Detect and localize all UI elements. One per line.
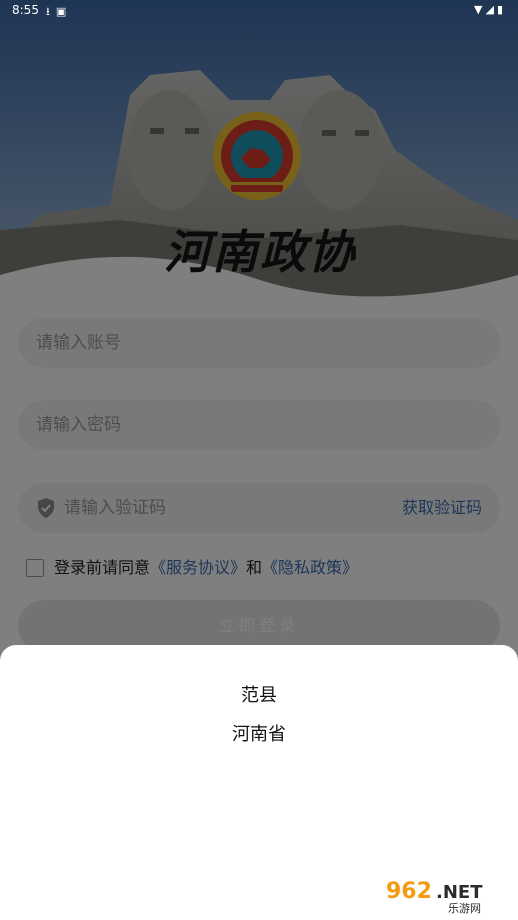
sheet-item-henan[interactable]: 河南省	[0, 720, 518, 746]
signal-icon: ◢	[485, 3, 497, 16]
status-left-icons: ⭳▣	[46, 3, 72, 22]
svg-text:962: 962	[386, 879, 432, 904]
watermark-logo: 962 .NET 乐游网	[378, 872, 510, 916]
wifi-icon: ▼	[474, 3, 486, 16]
download-icon: ⭳	[46, 5, 56, 18]
svg-text:.NET: .NET	[436, 882, 483, 903]
status-right-icons: ▼◢▮	[474, 3, 506, 16]
status-time: 8:55	[12, 3, 39, 17]
sheet-item-fanxian[interactable]: 范县	[0, 681, 518, 707]
notification-icon: ▣	[55, 5, 73, 18]
status-bar: 8:55 ⭳▣ ▼◢▮	[0, 0, 518, 22]
battery-icon: ▮	[496, 3, 506, 16]
svg-text:乐游网: 乐游网	[448, 902, 481, 915]
